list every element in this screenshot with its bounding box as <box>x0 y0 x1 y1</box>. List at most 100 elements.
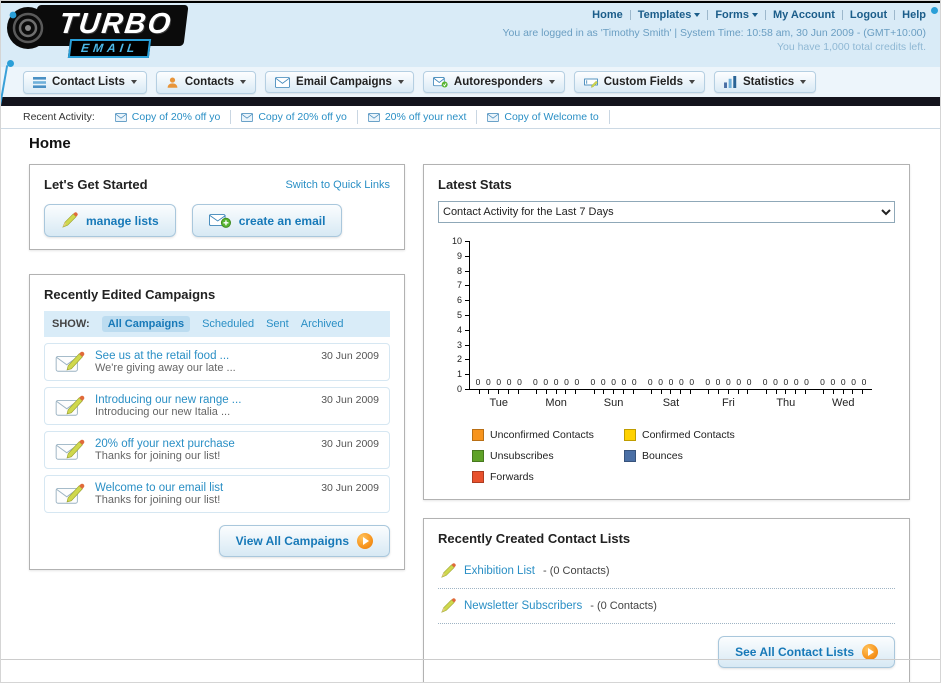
recent-activity-link[interactable]: 20% off your next <box>385 111 467 123</box>
caret-down-icon <box>548 80 555 84</box>
x-axis-label: Sun <box>603 397 624 409</box>
manage-lists-label: manage lists <box>86 213 159 228</box>
tab-label: Contacts <box>184 76 235 88</box>
chart-value-row: 00000 <box>700 377 757 387</box>
x-axis-ticks <box>757 390 814 394</box>
corner-dot-decoration <box>931 7 938 14</box>
see-all-contact-lists-button[interactable]: See All Contact Lists <box>718 636 895 668</box>
chart-value-label: 0 <box>689 377 695 387</box>
arrow-right-icon <box>357 533 373 549</box>
chart-value-label: 0 <box>553 377 559 387</box>
pencil-icon <box>441 598 456 613</box>
y-axis-tick-label: 1 <box>456 369 462 380</box>
login-info: You are logged in as 'Timothy Smith' | S… <box>502 26 926 54</box>
chart-value-label: 0 <box>715 377 721 387</box>
campaigns-title: Recently Edited Campaigns <box>44 287 216 302</box>
nav-home-link[interactable]: Home <box>592 9 623 21</box>
x-axis-ticks <box>815 390 872 394</box>
x-axis-label: Fri <box>721 397 735 409</box>
tab-label: Autoresponders <box>453 76 543 88</box>
campaign-filter-link[interactable]: Sent <box>266 318 289 330</box>
recent-activity-label: Recent Activity: <box>23 111 95 123</box>
tab-custom-fields[interactable]: Custom Fields <box>573 71 705 93</box>
recent-activity-bar: Recent Activity: Copy of 20% off yo Copy… <box>1 106 940 129</box>
chart-value-label: 0 <box>647 377 653 387</box>
tab-contact-lists[interactable]: Contact Lists <box>23 70 147 94</box>
contacts-icon <box>167 76 178 88</box>
legend-item: Confirmed Contacts <box>624 429 776 441</box>
x-axis-ticks <box>527 390 584 394</box>
recent-activity-item[interactable]: 20% off your next <box>358 110 478 124</box>
caret-down-icon <box>688 80 695 84</box>
header: TURBO EMAIL Home Templates Forms My Acco… <box>1 3 940 113</box>
campaign-title-link[interactable]: 20% off your next purchase <box>95 438 311 450</box>
y-axis-tick-label: 4 <box>456 324 462 335</box>
create-email-button[interactable]: create an email <box>191 204 343 237</box>
get-started-title: Let's Get Started <box>44 177 148 192</box>
campaign-title-link[interactable]: See us at the retail food ... <box>95 350 311 362</box>
chart-value-row: 00000 <box>470 377 527 387</box>
campaign-subtitle: We're giving away our late ... <box>95 362 236 374</box>
chart-x-axis: Tue Mon Sun Sat Fri Thu Wed <box>470 397 872 409</box>
nav-separator <box>841 10 843 20</box>
contact-list-item[interactable]: Newsletter Subscribers - (0 Contacts) <box>438 589 895 624</box>
campaign-date: 30 Jun 2009 <box>321 394 379 406</box>
nav-help-link[interactable]: Help <box>902 9 926 21</box>
nav-separator <box>894 10 896 20</box>
contact-list-item[interactable]: Exhibition List - (0 Contacts) <box>438 554 895 589</box>
view-all-campaigns-button[interactable]: View All Campaigns <box>218 525 390 557</box>
recent-activity-link[interactable]: Copy of Welcome to <box>504 111 598 123</box>
chart-day-group: 00000 <box>470 241 527 394</box>
switch-quick-links[interactable]: Switch to Quick Links <box>285 179 390 191</box>
tab-email-campaigns[interactable]: Email Campaigns <box>265 71 414 93</box>
chart-value-label: 0 <box>475 377 481 387</box>
recent-activity-link[interactable]: Copy of 20% off yo <box>132 111 221 123</box>
manage-lists-button[interactable]: manage lists <box>44 204 176 237</box>
tab-contacts[interactable]: Contacts <box>155 70 257 94</box>
recent-activity-item[interactable]: Copy of Welcome to <box>477 110 610 124</box>
campaign-row[interactable]: See us at the retail food ... We're givi… <box>44 343 390 381</box>
campaign-row[interactable]: Welcome to our email list Thanks for joi… <box>44 475 390 513</box>
caret-down-icon <box>397 80 404 84</box>
footer-rule <box>1 659 940 660</box>
tab-autoresponders[interactable]: Autoresponders <box>422 71 565 93</box>
autoresponder-icon <box>432 77 448 88</box>
logo-swirl-icon <box>7 7 49 49</box>
y-axis-tick-label: 3 <box>456 339 462 350</box>
nav-separator <box>764 10 766 20</box>
campaign-row[interactable]: 20% off your next purchase Thanks for jo… <box>44 431 390 469</box>
nav-logout-link[interactable]: Logout <box>850 9 887 21</box>
legend-label: Confirmed Contacts <box>642 429 735 441</box>
nav-templates-link[interactable]: Templates <box>638 9 701 21</box>
latest-stats-title: Latest Stats <box>438 177 512 192</box>
envelope-plus-icon <box>208 214 231 228</box>
nav-forms-link[interactable]: Forms <box>715 9 758 21</box>
campaign-envelope-pencil-icon <box>55 395 85 416</box>
campaign-filters: All Campaigns Scheduled Sent Archived <box>101 316 344 332</box>
app-logo[interactable]: TURBO EMAIL <box>5 5 189 58</box>
chart-value-row: 00000 <box>815 377 872 387</box>
campaign-subtitle: Thanks for joining our list! <box>95 450 221 462</box>
recent-activity-link[interactable]: Copy of 20% off yo <box>258 111 347 123</box>
campaign-title-link[interactable]: Introducing our new range ... <box>95 394 311 406</box>
right-column: Latest Stats Contact Activity for the La… <box>423 164 910 682</box>
tab-statistics[interactable]: Statistics <box>713 71 817 93</box>
campaign-filter-link[interactable]: Scheduled <box>202 318 254 330</box>
tab-label: Email Campaigns <box>296 76 392 88</box>
campaign-subtitle: Introducing our new Italia ... <box>95 406 231 418</box>
contact-list-link[interactable]: Exhibition List <box>464 565 535 577</box>
pencil-icon <box>441 563 456 578</box>
campaign-row[interactable]: Introducing our new range ... Introducin… <box>44 387 390 425</box>
recent-activity-item[interactable]: Copy of 20% off yo <box>105 110 232 124</box>
campaign-filter-link[interactable]: All Campaigns <box>101 316 191 332</box>
campaign-title-link[interactable]: Welcome to our email list <box>95 482 311 494</box>
nav-my-account-link[interactable]: My Account <box>773 9 835 21</box>
recent-activity-item[interactable]: Copy of 20% off yo <box>231 110 358 124</box>
chart-value-label: 0 <box>590 377 596 387</box>
campaign-filter-link[interactable]: Archived <box>301 318 344 330</box>
chart-day-group: 00000 <box>700 241 757 394</box>
contact-list-link[interactable]: Newsletter Subscribers <box>464 600 582 612</box>
caret-down-icon <box>751 13 758 17</box>
stats-range-select[interactable]: Contact Activity for the Last 7 Days <box>438 201 895 223</box>
caret-down-icon <box>694 13 701 17</box>
